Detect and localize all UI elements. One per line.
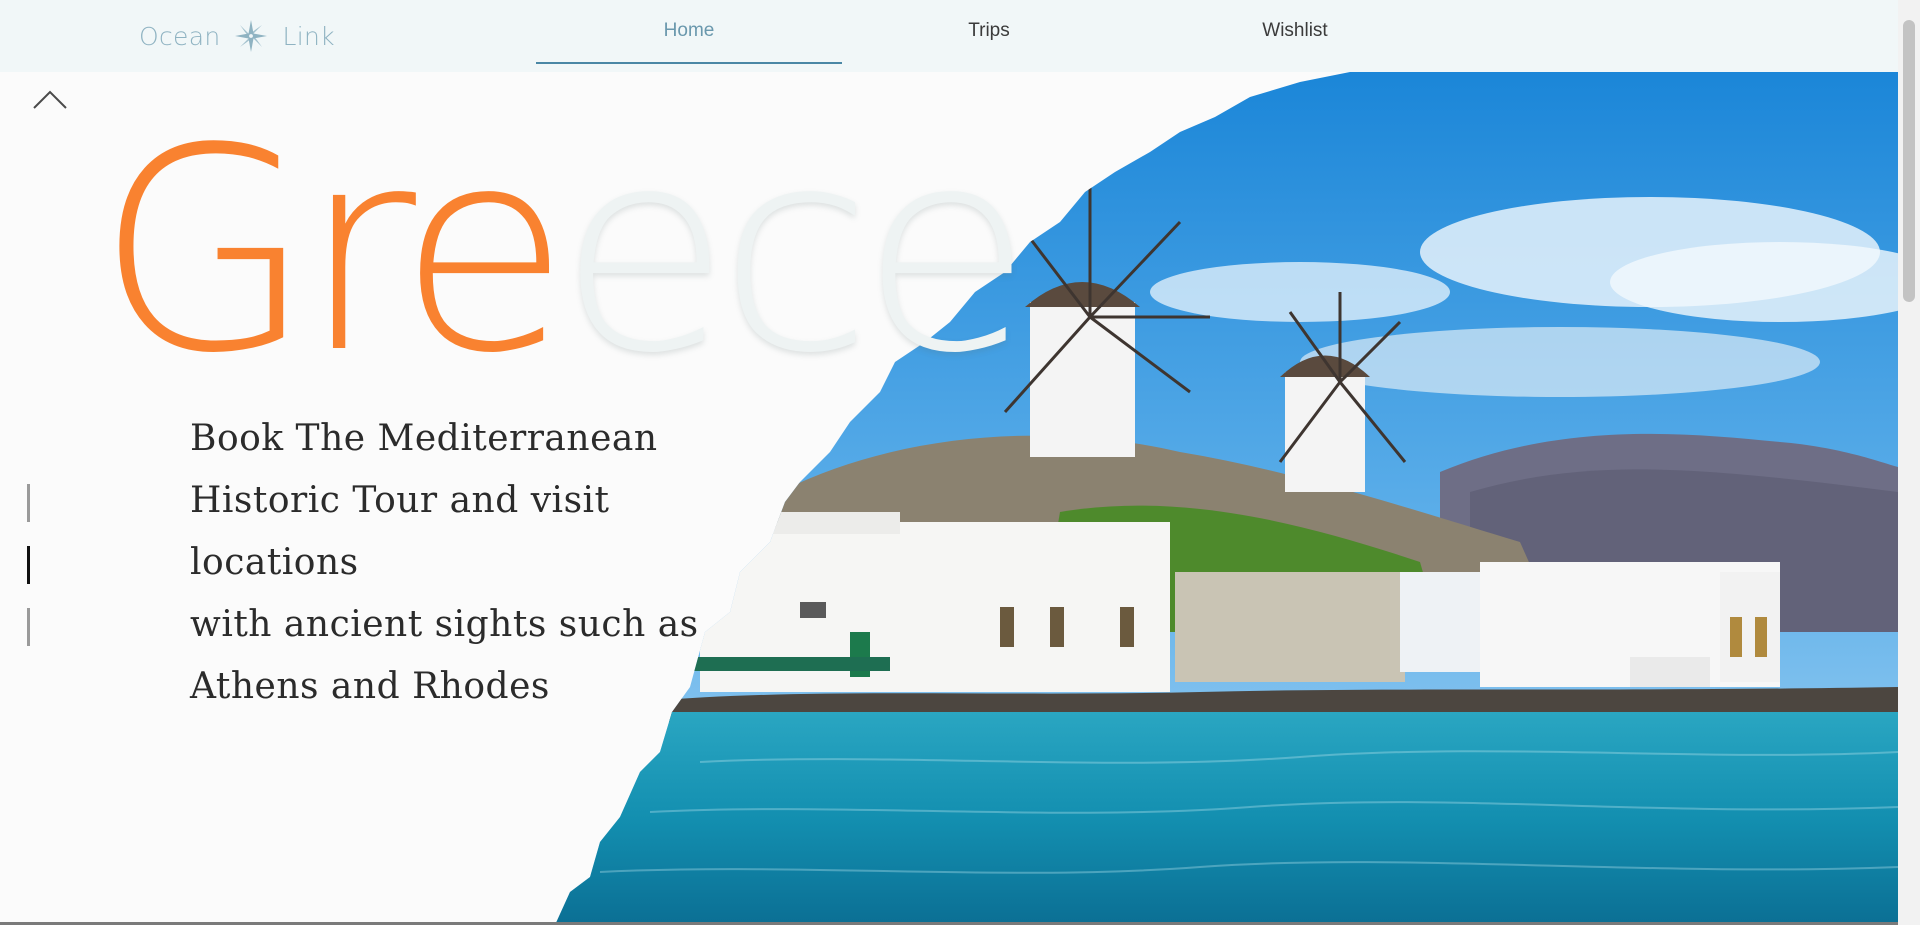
brand-name-left: Ocean (139, 21, 221, 51)
description-line: with ancient sights such as (190, 604, 699, 645)
top-navigation-bar: Ocean Link Home Trips Wishlist (0, 0, 1898, 72)
title-rest: ece (558, 89, 1032, 415)
description-line: Book The Mediterranean (190, 418, 658, 459)
nav-link-home[interactable]: Home (536, 0, 842, 64)
chevron-up-icon[interactable] (30, 84, 70, 114)
nav-link-trips[interactable]: Trips (836, 0, 1142, 62)
slide-indicator-1[interactable] (27, 484, 30, 522)
slide-indicator-3[interactable] (27, 608, 30, 646)
description-line: Historic Tour and visit locations (190, 480, 610, 583)
brand-name-right: Link (282, 21, 335, 51)
destination-title: Greece (96, 112, 1033, 392)
nav-link-wishlist[interactable]: Wishlist (1142, 0, 1448, 62)
scrollbar-thumb[interactable] (1903, 20, 1915, 302)
title-highlight: Gre (96, 89, 570, 415)
slide-indicators (27, 484, 30, 670)
description-line: Athens and Rhodes (190, 666, 550, 707)
compass-icon (235, 20, 268, 52)
hero-description: Book The Mediterranean Historic Tour and… (190, 408, 750, 718)
brand-logo[interactable]: Ocean Link (139, 18, 335, 54)
slide-indicator-2[interactable] (27, 546, 30, 584)
page-scrollbar[interactable] (1898, 0, 1920, 925)
